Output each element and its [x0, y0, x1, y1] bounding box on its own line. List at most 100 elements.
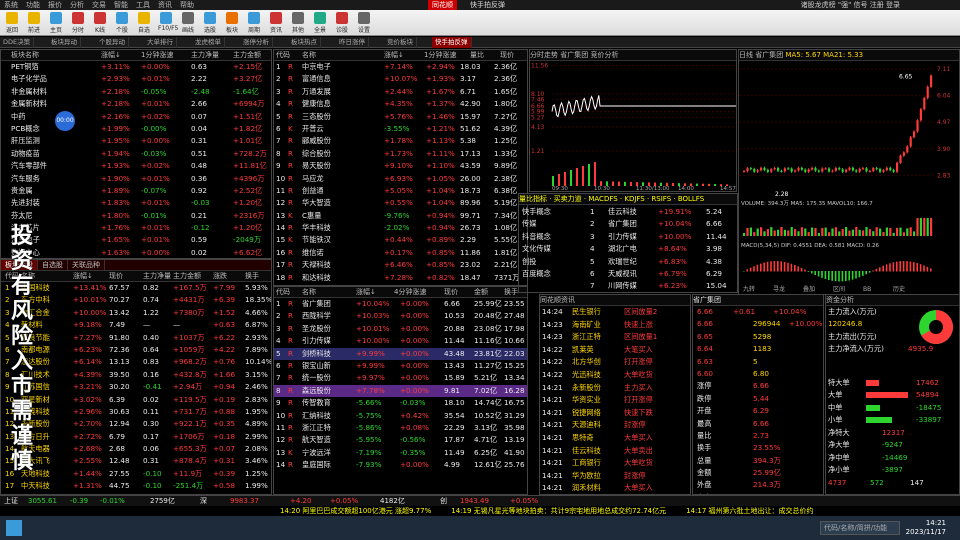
table-row[interactable]: 汽车服务 +1.90% +0.01% 0.36 +4396万	[1, 173, 271, 185]
toolbar-button[interactable]: 个股	[114, 12, 130, 34]
table-row[interactable]: 中药 +2.16% +0.02% 0.07 +1.51亿	[1, 111, 271, 123]
table-row[interactable]: 4 新材料 +9.18% 7.49— — +0.63 6.87%	[1, 319, 271, 331]
table-row[interactable]: 3 R 圣龙股份 +10.01% +0.00% 20.88 23.08亿 17.98	[274, 323, 527, 335]
table-row[interactable]: 13 东方日升 +2.72% 6.79 0.17 +1706万 +0.18 2.99%	[1, 431, 271, 443]
news-ticker[interactable]: 14:20 阿里巴巴成交额超100亿港元 涨超9.77% 14:19 无锡凡星光等…	[0, 506, 960, 516]
table-row[interactable]: 先进封装 +1.83% +0.01% -0.03 +1.20亿	[1, 197, 271, 209]
table-row[interactable]: 7 R 郦威股份 +1.78% +1.13% 5.38 1.25亿	[274, 135, 527, 147]
table-row[interactable]: 8 R 综合股份 +1.73% +1.11% 17.13 1.33亿	[274, 148, 527, 160]
toolbar-button[interactable]: 全景	[312, 12, 328, 34]
table-row[interactable]: 2 东方中科 +10.01% 70.27 0.74 +4431万 +6.39 18.35%	[1, 294, 271, 306]
table-row[interactable]: 4 R 引力传媒 +10.00% +0.00% 11.44 11.16亿 10.66	[274, 335, 527, 347]
table-row[interactable]: 汽车零部件 +1.93% +0.02% 0.48 +11.81亿	[1, 160, 271, 172]
news-item[interactable]: 14:21 华资实业 打开涨停	[540, 394, 690, 407]
table-row[interactable]: 18 R 和达科技 +7.28% +0.82% 18.47 7371万	[274, 272, 527, 284]
table-row[interactable]: 15 K 节能铁汉 +0.44% +0.89% 2.29 5.55亿	[274, 234, 527, 246]
table-row[interactable]: 11 蓝晓科技 +2.96% 30.63 0.11 +731.7万 +0.88 1.95%	[1, 406, 271, 418]
news-item[interactable]: 14:21 锐捷网络 快速下跌	[540, 407, 690, 420]
table-row[interactable]: 11 R 浙江正特 -5.86% +0.08% 22.29 3.13亿 35.98	[274, 422, 527, 434]
table-row[interactable]: 金属新材料 +2.18% +0.01% 2.66 +6994万	[1, 98, 271, 110]
table-row[interactable]: 非金属材料 +2.18% -0.05% -2.48 -1.64亿	[1, 86, 271, 98]
table-row[interactable]: 12 永新股份 +2.70% 12.94 0.30 +922.1万 +0.35 4.89%	[1, 418, 271, 430]
toolbar-button[interactable]: 前进	[26, 12, 42, 34]
table-row[interactable]: 6 南都电源 +6.23% 72.36 0.64 +1059万 +4.22 7.89%	[1, 344, 271, 356]
table-row[interactable]: 6 R 银宝山新 +9.99% +0.00% 13.43 11.27亿 15.25	[274, 360, 527, 372]
tab-0[interactable]: DDE决策	[0, 37, 35, 48]
toolbar-button[interactable]: 分时	[70, 12, 86, 34]
news-item[interactable]: 14:21 华为欧拉 封涨停	[540, 470, 690, 483]
toolbar-button[interactable]: 设置	[356, 12, 372, 34]
table-row[interactable]: 8 汇川技术 +4.39% 39.50 0.16 +432.8万 +1.66 3.15%	[1, 369, 271, 381]
table-row[interactable]: 12 R 航天智造 -5.95% -0.56% 17.87 4.71亿 13.19	[274, 434, 527, 446]
table-row[interactable]: 14 R 华丰科技 -2.02% +0.94% 26.73 1.08亿	[274, 222, 527, 234]
table-row[interactable]: 汽车电子 +1.65% +0.01% 0.59 -2049万	[1, 234, 271, 246]
news-item[interactable]: 14:21 永新股份 主力买入	[540, 382, 690, 395]
table-row[interactable]: 数据中心 +1.63% +0.00% 0.02 +6.62亿	[1, 247, 271, 258]
toolbar-button[interactable]: 返回	[4, 12, 20, 34]
table-row[interactable]: 2 省广集团 +10.04% 6.66	[588, 218, 737, 230]
notice-text[interactable]: 诸股龙虎榜 "强" 信号 注册 登录	[801, 0, 900, 10]
menu-item[interactable]: 工具	[136, 1, 150, 9]
menu-item[interactable]: 分析	[70, 1, 84, 9]
toolbar-button[interactable]: F10/F5	[158, 12, 178, 32]
news-item[interactable]: 14:21 工商银行 大单吃货	[540, 457, 690, 470]
minute-chart[interactable]: 11.568.107.466.665.995.274.131.2109:30 10…	[530, 61, 736, 191]
toolbar-button[interactable]: 板块	[224, 12, 240, 34]
table-row[interactable]: 9 R 易天股份 +9.10% +1.10% 43.59 9.89亿	[274, 160, 527, 172]
news-item[interactable]: 14:22 北方华创 打开涨停	[540, 356, 690, 369]
tab-9[interactable]: 快手拍反弹	[432, 37, 472, 48]
table-row[interactable]: 17 R 天禄科技 +6.46% +0.85% 23.02 2.21亿	[274, 259, 527, 271]
tab-7[interactable]: 昨日涨停	[336, 37, 369, 48]
news-item[interactable]: 14:23 海南矿业 快速上涨	[540, 319, 690, 332]
floating-timer[interactable]: 00:00	[55, 111, 75, 131]
tab-2[interactable]: 个股异动	[96, 37, 129, 48]
table-row[interactable]: 9 江苏国信 +3.21% 30.20 -0.41 +2.94万 +0.94 2.46%	[1, 381, 271, 393]
table-row[interactable]: 电子化学品 +2.93% +0.01% 2.22 +3.27亿	[1, 73, 271, 85]
table-row[interactable]: 贵金属 +1.89% -0.07% 0.92 +2.52亿	[1, 185, 271, 197]
toolbar-button[interactable]: 周期	[246, 12, 262, 34]
table-row[interactable]: 动物疫苗 +1.94% -0.03% 0.51 +728.2万	[1, 148, 271, 160]
table-row[interactable]: 13 K C惠量 -9.76% +0.94% 99.71 7.34亿	[274, 210, 527, 222]
table-row[interactable]: 10 双星新材 +3.02% 6.39 0.02 +119.5万 +0.19 2.83%	[1, 394, 271, 406]
toolbar-button[interactable]: 其他	[290, 12, 306, 34]
menu-item[interactable]: 功能	[26, 1, 40, 9]
tab-8[interactable]: 竞价板块	[384, 37, 417, 48]
concept-item[interactable]: 百度概念	[519, 268, 587, 280]
menu-item[interactable]: 资讯	[158, 1, 172, 9]
table-row[interactable]: 7 宏达股份 +6.14% 13.13 0.83 +968.2万 +0.76 10.14%	[1, 356, 271, 368]
stock-subtabs[interactable]: 板块个股 自选股 关联品种	[1, 260, 271, 271]
table-row[interactable]: 14 R 皇庭国际 -7.93% +0.00% 4.99 12.61亿 25.76	[274, 459, 527, 471]
tab-3[interactable]: 大单排行	[144, 37, 177, 48]
table-row[interactable]: 12 R 华大智造 +0.55% +1.04% 89.96 5.19亿	[274, 197, 527, 209]
table-row[interactable]: 9 R 传智教育 -5.66% -0.03% 18.10 14.74亿 16.75	[274, 397, 527, 409]
table-row[interactable]: 汽车芯片 +1.76% +0.01% -0.12 +1.20亿	[1, 222, 271, 234]
menu-item[interactable]: 报价	[48, 1, 62, 9]
news-item[interactable]: 14:21 润禾材料 大单买入	[540, 482, 690, 494]
table-row[interactable]: 10 R 汇纳科技 -5.75% +0.42% 35.54 10.52亿 31.29	[274, 410, 527, 422]
table-row[interactable]: 2 R 富通信息 +10.07% +1.93% 3.17 2.36亿	[274, 73, 527, 85]
table-row[interactable]: 14 航天电器 +2.68% 2.68 0.06 +655.3万 +0.07 2.08%	[1, 443, 271, 455]
table-row[interactable]: 17 中天科技 +1.31% 44.75 -0.10 -251.4万 +0.58 1.99%	[1, 480, 271, 492]
table-row[interactable]: 5 R 三态股份 +5.76% +1.46% 15.97 7.27亿	[274, 111, 527, 123]
tab-6[interactable]: 板块热点	[288, 37, 321, 48]
concept-item[interactable]: 快手概念	[519, 206, 587, 218]
toolbar-button[interactable]: K线	[92, 12, 108, 34]
table-row[interactable]: 肝压监测 +1.95% +0.00% 0.31 +1.01亿	[1, 135, 271, 147]
concept-item[interactable]: 抖音概念	[519, 231, 587, 243]
table-row[interactable]: 芬太尼 +1.80% -0.01% 0.21 +2316万	[1, 210, 271, 222]
table-row[interactable]: 1 佳云科技 +19.91% 5.24	[588, 206, 737, 218]
menu-item[interactable]: 交易	[92, 1, 106, 9]
news-item[interactable]: 14:24 民生银行 区间放量2	[540, 306, 690, 319]
news-item[interactable]: 14:22 光迅科技 大单吃货	[540, 369, 690, 382]
taskbar-search[interactable]: 代码/名称/简拼/功能	[820, 521, 900, 535]
table-row[interactable]: 4 R 健康信息 +4.35% +1.37% 42.90 1.80亿	[274, 98, 527, 110]
table-row[interactable]: 7 川网传媒 +6.23% 15.04	[588, 280, 737, 292]
table-row[interactable]: 5 欢瑞世纪 +6.83% 4.38	[588, 256, 737, 268]
table-row[interactable]: 7 R 统一股份 +9.97% +0.00% 15.89 5.21亿 13.34	[274, 372, 527, 384]
kline-chart[interactable]: 7.11 6.04 4.97 3.90 2.83 6.65 2.28 VOLUME: 394.…	[739, 61, 959, 294]
main-menu[interactable]: 系统 功能 报价 分析 交易 智能 工具 资讯 帮助	[4, 0, 202, 10]
kline-panel[interactable]: 日线 省广集团 MA5: 5.67 MA21: 5.33 7.11 6.04 4.9…	[738, 49, 960, 295]
table-row[interactable]: 16 天地科技 +1.44% 27.55 -0.10 +11.9万 +0.39 1.25%	[1, 468, 271, 480]
toolbar-button[interactable]: 选股	[202, 12, 218, 34]
news-item[interactable]: 14:21 天源迪科 封涨停	[540, 419, 690, 432]
